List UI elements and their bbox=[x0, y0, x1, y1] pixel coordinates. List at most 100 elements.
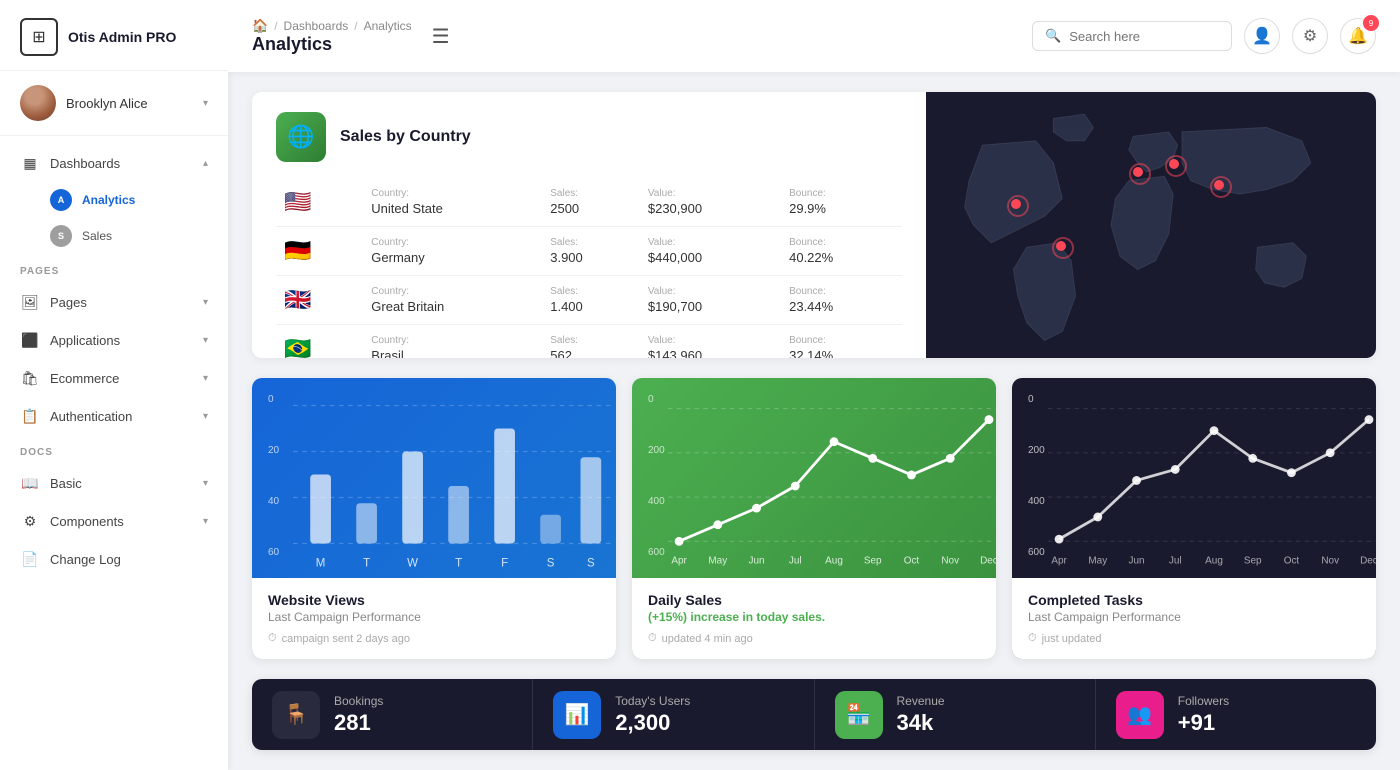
country-bounce: Bounce: 32.14% bbox=[781, 325, 902, 359]
search-input[interactable] bbox=[1069, 29, 1209, 44]
search-box[interactable]: 🔍 bbox=[1032, 21, 1232, 51]
sales-title: Sales by Country bbox=[340, 128, 471, 146]
applications-icon: ⬛ bbox=[20, 330, 40, 350]
analytics-label: Analytics bbox=[82, 193, 135, 207]
completed-tasks-chart: 600 400 200 0 bbox=[1012, 378, 1376, 578]
country-value: Value: $190,700 bbox=[640, 276, 781, 325]
components-chevron-icon: ▾ bbox=[203, 516, 208, 527]
pages-section-label: PAGES bbox=[0, 254, 228, 283]
sidebar-item-pages[interactable]: 🖼 Pages ▾ bbox=[0, 283, 228, 321]
world-map-area bbox=[926, 92, 1376, 358]
authentication-icon: 📋 bbox=[20, 406, 40, 426]
svg-text:Nov: Nov bbox=[1321, 556, 1339, 567]
sidebar-item-applications[interactable]: ⬛ Applications ▾ bbox=[0, 321, 228, 359]
country-sales: Sales: 3.900 bbox=[542, 227, 640, 276]
breadcrumb-dashboards[interactable]: Dashboards bbox=[284, 19, 349, 33]
stat-value-bookings: 281 bbox=[334, 710, 383, 736]
docs-section-label: DOCS bbox=[0, 435, 228, 464]
country-sales: Sales: 1.400 bbox=[542, 276, 640, 325]
website-views-info: Website Views Last Campaign Performance … bbox=[252, 578, 616, 659]
user-profile[interactable]: Brooklyn Alice ▾ bbox=[0, 71, 228, 136]
sidebar-item-analytics[interactable]: A Analytics bbox=[0, 182, 228, 218]
sales-dot: S bbox=[50, 225, 72, 247]
stat-followers: 👥 Followers +91 bbox=[1096, 679, 1376, 750]
sidebar-item-ecommerce[interactable]: 🛍 Ecommerce ▾ bbox=[0, 359, 228, 397]
daily-sales-title: Daily Sales bbox=[648, 592, 980, 608]
sidebar-item-authentication[interactable]: 📋 Authentication ▾ bbox=[0, 397, 228, 435]
svg-text:Jul: Jul bbox=[789, 556, 802, 567]
svg-text:Dec: Dec bbox=[980, 556, 996, 567]
map-dot-usa bbox=[1011, 199, 1021, 209]
dashboards-label: Dashboards bbox=[50, 156, 193, 171]
completed-tasks-y-labels: 600 400 200 0 bbox=[1028, 394, 1045, 558]
svg-text:Sep: Sep bbox=[864, 556, 882, 567]
applications-chevron-icon: ▾ bbox=[203, 335, 208, 346]
map-dot-europe bbox=[1133, 167, 1143, 177]
map-dot-brazil bbox=[1056, 241, 1066, 251]
country-value: Value: $230,900 bbox=[640, 178, 781, 227]
dashboards-chevron-icon: ▴ bbox=[203, 158, 208, 169]
website-views-chart: 60 40 20 0 bbox=[252, 378, 616, 578]
svg-text:May: May bbox=[1088, 556, 1107, 567]
country-bounce: Bounce: 29.9% bbox=[781, 178, 902, 227]
logo-icon: ⊞ bbox=[20, 18, 58, 56]
bar-chart-svg: M T W T F S S bbox=[288, 394, 616, 578]
stat-value-revenue: 34k bbox=[897, 710, 945, 736]
breadcrumb-sep2: / bbox=[354, 19, 357, 33]
daily-sales-time: ⏱ updated 4 min ago bbox=[648, 632, 980, 645]
svg-text:T: T bbox=[455, 558, 462, 570]
user-name: Brooklyn Alice bbox=[66, 96, 148, 111]
country-table: 🇺🇸 Country: United State Sales: 2500 Val… bbox=[276, 178, 902, 358]
stat-bookings: 🪑 Bookings 281 bbox=[252, 679, 533, 750]
stat-label-followers: Followers bbox=[1178, 694, 1229, 708]
country-info: Country: Great Britain bbox=[363, 276, 542, 325]
svg-text:S: S bbox=[587, 558, 595, 570]
settings-icon-btn[interactable]: ⚙ bbox=[1292, 18, 1328, 54]
components-label: Components bbox=[50, 514, 193, 529]
completed-tasks-time: ⏱ just updated bbox=[1028, 632, 1360, 645]
menu-toggle-icon[interactable]: ☰ bbox=[432, 24, 450, 49]
stat-icon-bookings: 🪑 bbox=[272, 691, 320, 739]
header: 🏠 / Dashboards / Analytics Analytics ☰ 🔍… bbox=[228, 0, 1400, 72]
svg-text:W: W bbox=[407, 558, 418, 570]
components-icon: ⚙ bbox=[20, 511, 40, 531]
completed-tasks-title: Completed Tasks bbox=[1028, 592, 1360, 608]
user-icon-btn[interactable]: 👤 bbox=[1244, 18, 1280, 54]
svg-text:T: T bbox=[363, 558, 370, 570]
changelog-icon: 📄 bbox=[20, 549, 40, 569]
svg-text:Apr: Apr bbox=[1051, 556, 1067, 567]
svg-text:Jul: Jul bbox=[1169, 556, 1182, 567]
website-views-subtitle: Last Campaign Performance bbox=[268, 610, 600, 624]
sidebar-item-dashboards[interactable]: ▦ Dashboards ▴ bbox=[0, 144, 228, 182]
breadcrumb: 🏠 / Dashboards / Analytics bbox=[252, 18, 412, 34]
daily-sales-subtitle: (+15%) increase in today sales. bbox=[648, 610, 980, 624]
stat-icon-revenue: 🏪 bbox=[835, 691, 883, 739]
breadcrumb-analytics[interactable]: Analytics bbox=[364, 19, 412, 33]
country-flag: 🇺🇸 bbox=[276, 178, 363, 227]
daily-sales-y-labels: 600 400 200 0 bbox=[648, 394, 665, 558]
country-row: 🇧🇷 Country: Brasil Sales: 562 Value: $14… bbox=[276, 325, 902, 359]
notification-badge: 9 bbox=[1363, 15, 1379, 31]
sidebar-item-sales[interactable]: S Sales bbox=[0, 218, 228, 254]
svg-text:Dec: Dec bbox=[1360, 556, 1376, 567]
page-title: Analytics bbox=[252, 34, 412, 55]
country-info: Country: Brasil bbox=[363, 325, 542, 359]
completed-tasks-card: 600 400 200 0 bbox=[1012, 378, 1376, 659]
ecommerce-label: Ecommerce bbox=[50, 371, 193, 386]
daily-sales-card: 600 400 200 0 bbox=[632, 378, 996, 659]
pages-label: Pages bbox=[50, 295, 193, 310]
home-icon[interactable]: 🏠 bbox=[252, 18, 268, 34]
svg-text:Aug: Aug bbox=[825, 556, 843, 567]
country-row: 🇩🇪 Country: Germany Sales: 3.900 Value: … bbox=[276, 227, 902, 276]
sales-globe-icon: 🌐 bbox=[276, 112, 326, 162]
sidebar-item-basic[interactable]: 📖 Basic ▾ bbox=[0, 464, 228, 502]
analytics-dot: A bbox=[50, 189, 72, 211]
country-info: Country: Germany bbox=[363, 227, 542, 276]
sidebar-item-components[interactable]: ⚙ Components ▾ bbox=[0, 502, 228, 540]
notifications-icon-btn[interactable]: 🔔 9 bbox=[1340, 18, 1376, 54]
stat-icon-followers: 👥 bbox=[1116, 691, 1164, 739]
map-dot-russia bbox=[1169, 159, 1179, 169]
svg-text:May: May bbox=[708, 556, 727, 567]
sidebar-item-changelog[interactable]: 📄 Change Log bbox=[0, 540, 228, 578]
search-icon: 🔍 bbox=[1045, 28, 1061, 44]
